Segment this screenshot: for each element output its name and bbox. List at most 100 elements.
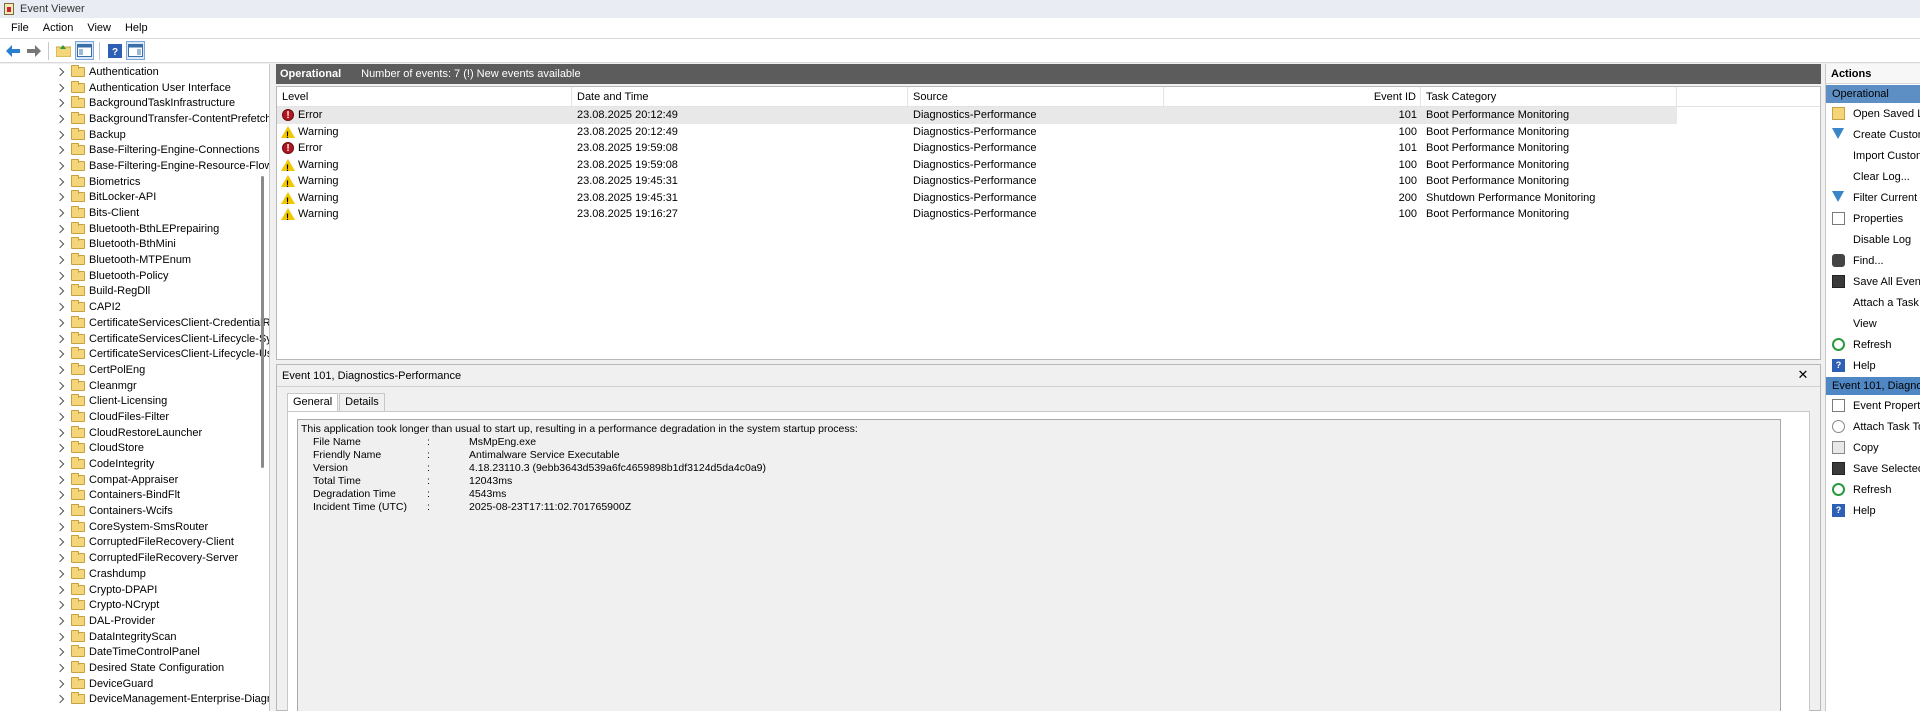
chevron-right-icon[interactable] — [55, 475, 65, 484]
tree-item[interactable]: Crypto-DPAPI — [0, 582, 262, 598]
action-item[interactable]: Attach a Task To this Log... — [1826, 292, 1920, 313]
event-message-box[interactable]: This application took longer than usual … — [297, 419, 1781, 711]
tree-item[interactable]: CertificateServicesClient-Lifecycle-Syst… — [0, 331, 269, 347]
menu-action[interactable]: Action — [36, 18, 81, 38]
chevron-right-icon[interactable] — [55, 349, 65, 359]
action-item[interactable]: Clear Log... — [1826, 166, 1920, 187]
tree-item[interactable]: Base-Filtering-Engine-Resource-Flows — [0, 158, 269, 174]
chevron-right-icon[interactable] — [55, 255, 65, 265]
menu-help[interactable]: Help — [118, 18, 155, 38]
tree-item[interactable]: Bits-Client — [0, 205, 262, 221]
chevron-right-icon[interactable] — [55, 522, 65, 532]
action-item[interactable]: View — [1826, 313, 1920, 334]
tree-item[interactable]: Bluetooth-BthMini — [0, 237, 262, 253]
action-item[interactable]: Refresh — [1826, 479, 1920, 500]
action-item[interactable]: Save Selected Events... — [1826, 458, 1920, 479]
chevron-right-icon[interactable] — [55, 130, 65, 139]
tree-item[interactable]: Crashdump — [0, 566, 262, 582]
tree-item[interactable]: BackgroundTransfer-ContentPrefetcher — [0, 111, 269, 127]
tree-item[interactable]: Base-Filtering-Engine-Connections — [0, 142, 262, 158]
tree-item[interactable]: Backup — [0, 127, 262, 143]
tree-item[interactable]: Cleanmgr — [0, 378, 262, 394]
tree-item[interactable]: DAL-Provider — [0, 613, 262, 629]
chevron-right-icon[interactable] — [55, 83, 65, 92]
chevron-right-icon[interactable] — [55, 553, 65, 563]
action-item[interactable]: Create Custom View... — [1826, 124, 1920, 145]
chevron-right-icon[interactable] — [55, 161, 65, 171]
table-row[interactable]: Error 23.08.2025 20:12:49 Diagnostics-Perf… — [277, 107, 1677, 125]
chevron-right-icon[interactable] — [55, 648, 65, 657]
table-row[interactable]: Warning 23.08.2025 19:59:08 Diagnostics-Pe… — [277, 157, 1677, 176]
up-folder-button[interactable] — [54, 41, 73, 60]
table-row[interactable]: Warning 23.08.2025 20:12:49 Diagnostics-Pe… — [277, 124, 1677, 143]
chevron-right-icon[interactable] — [55, 318, 65, 328]
column-source[interactable]: Source — [908, 87, 1164, 107]
chevron-right-icon[interactable] — [55, 381, 65, 390]
chevron-right-icon[interactable] — [55, 616, 65, 626]
tree-item[interactable]: DeviceManagement-Enterprise-Diagnostics — [0, 692, 269, 708]
chevron-right-icon[interactable] — [55, 224, 65, 233]
tree-item[interactable]: Biometrics — [0, 174, 262, 190]
tree-item[interactable]: CloudStore — [0, 441, 262, 457]
tree-item[interactable]: Desired State Configuration — [0, 660, 262, 676]
chevron-right-icon[interactable] — [55, 695, 65, 704]
column-task-category[interactable]: Task Category — [1421, 87, 1677, 107]
chevron-right-icon[interactable] — [55, 444, 65, 453]
tree-item[interactable]: CertificateServicesClient-Lifecycle-User — [0, 346, 269, 362]
tree-item[interactable]: Client-Licensing — [0, 393, 262, 409]
tree-item[interactable]: CertificateServicesClient-CredentialRoam… — [0, 315, 269, 331]
chevron-right-icon[interactable] — [55, 146, 65, 155]
table-row[interactable]: Error 23.08.2025 19:59:08 Diagnostics-Perf… — [277, 140, 1677, 158]
column-event-id[interactable]: Event ID — [1164, 87, 1421, 107]
chevron-right-icon[interactable] — [55, 412, 65, 422]
close-icon[interactable]: ✕ — [1796, 368, 1810, 382]
tree-item[interactable]: CoreSystem-SmsRouter — [0, 519, 262, 535]
tree-item[interactable]: DeviceGuard — [0, 676, 262, 692]
action-item[interactable]: Properties — [1826, 208, 1920, 229]
chevron-right-icon[interactable] — [55, 240, 65, 249]
table-row[interactable]: Warning 23.08.2025 19:16:27 Diagnostics-Pe… — [277, 206, 1677, 226]
chevron-right-icon[interactable] — [55, 302, 65, 312]
tree-item[interactable]: DateTimeControlPanel — [0, 644, 262, 660]
action-item[interactable]: Import Custom View... — [1826, 145, 1920, 166]
tree-item[interactable]: CAPI2 — [0, 299, 262, 315]
tree-item[interactable]: Authentication — [0, 64, 262, 80]
tab-details[interactable]: Details — [339, 393, 385, 411]
chevron-right-icon[interactable] — [55, 365, 65, 375]
chevron-right-icon[interactable] — [55, 271, 65, 281]
chevron-right-icon[interactable] — [55, 459, 65, 469]
chevron-right-icon[interactable] — [55, 569, 65, 579]
action-item[interactable]: Disable Log — [1826, 229, 1920, 250]
tree-item[interactable]: Compat-Appraiser — [0, 472, 262, 488]
tab-general[interactable]: General — [287, 393, 339, 412]
chevron-right-icon[interactable] — [55, 193, 65, 202]
tree-item[interactable]: Build-RegDll — [0, 284, 262, 300]
chevron-right-icon[interactable] — [55, 334, 65, 343]
tree-item[interactable]: CloudRestoreLauncher — [0, 425, 262, 441]
action-item[interactable]: Event Properties — [1826, 395, 1920, 416]
tree-scrollbar[interactable] — [261, 176, 264, 468]
chevron-right-icon[interactable] — [55, 585, 65, 594]
chevron-right-icon[interactable] — [55, 506, 65, 516]
tree-item[interactable]: DataIntegrityScan — [0, 629, 262, 645]
action-item[interactable]: Filter Current Log... — [1826, 187, 1920, 208]
chevron-right-icon[interactable] — [55, 287, 65, 296]
tree-item[interactable]: Bluetooth-Policy — [0, 268, 262, 284]
actions-section-log[interactable]: Operational — [1826, 85, 1920, 103]
tree-item[interactable]: CodeIntegrity — [0, 456, 262, 472]
action-item[interactable]: Attach Task To This Event... — [1826, 416, 1920, 437]
tree-item[interactable]: BitLocker-API — [0, 190, 262, 206]
chevron-right-icon[interactable] — [55, 98, 65, 108]
action-item[interactable]: Find... — [1826, 250, 1920, 271]
table-row[interactable]: Warning 23.08.2025 19:45:31 Diagnostics-Pe… — [277, 190, 1677, 209]
tree-item[interactable]: CorruptedFileRecovery-Server — [0, 550, 262, 566]
table-row[interactable]: Warning 23.08.2025 19:45:31 Diagnostics-Pe… — [277, 173, 1677, 193]
forward-button[interactable] — [24, 41, 43, 60]
back-button[interactable] — [3, 41, 22, 60]
chevron-right-icon[interactable] — [55, 67, 65, 77]
column-date-time[interactable]: Date and Time — [572, 87, 908, 107]
chevron-right-icon[interactable] — [55, 632, 65, 641]
chevron-right-icon[interactable] — [55, 491, 65, 500]
chevron-right-icon[interactable] — [55, 679, 65, 688]
action-item[interactable]: ? Help — [1826, 355, 1920, 376]
